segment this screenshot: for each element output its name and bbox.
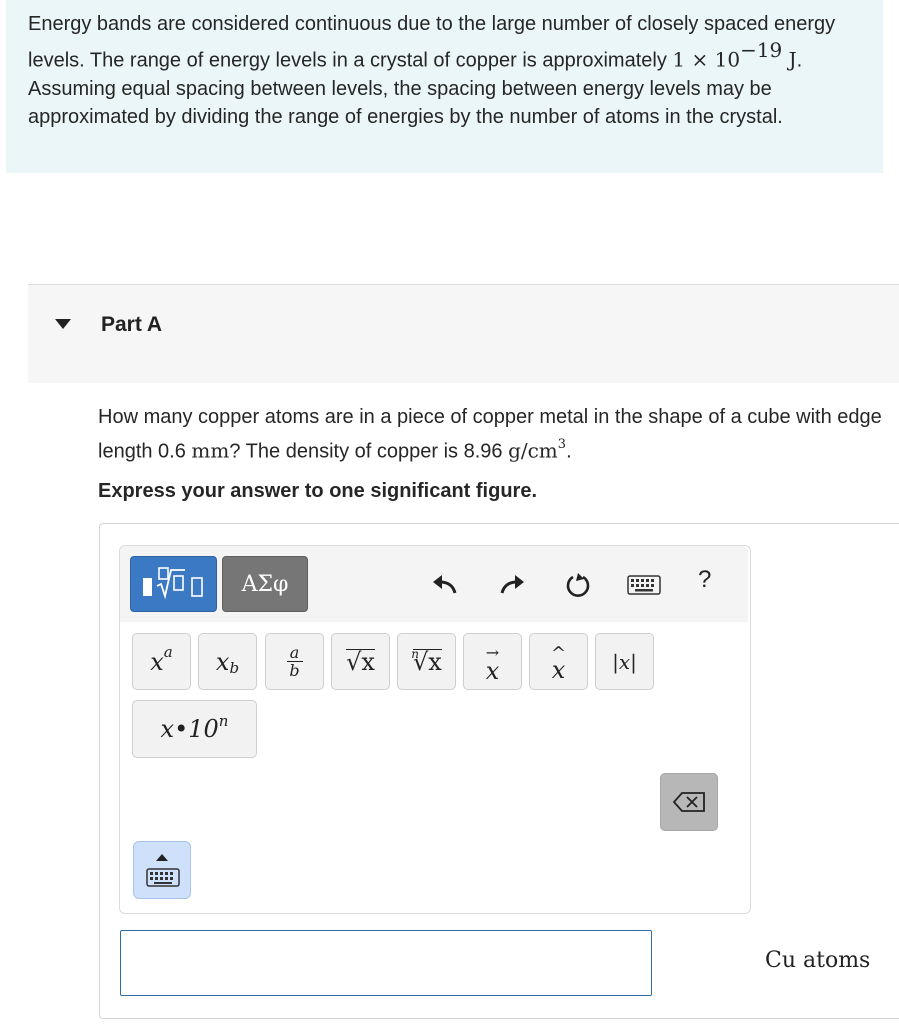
subscript-base: x: [215, 647, 230, 676]
answer-units: Cu atoms: [765, 948, 871, 973]
problem-intro: Energy bands are considered continuous d…: [6, 0, 883, 173]
help-icon[interactable]: ?: [698, 566, 711, 594]
math-templates-tab[interactable]: [130, 556, 217, 612]
subscript-button[interactable]: xb: [198, 633, 257, 690]
vector-label: x: [485, 656, 500, 685]
superscript-button[interactable]: xa: [132, 633, 191, 690]
subscript-sub: b: [229, 658, 240, 677]
absolute-value-label: |x|: [612, 649, 637, 674]
intro-math-exp: −19: [740, 38, 783, 62]
keyboard-toggle-button[interactable]: [133, 841, 191, 899]
question-text: How many copper atoms are in a piece of …: [98, 402, 898, 467]
collapse-triangle-icon[interactable]: [55, 319, 71, 329]
reset-icon[interactable]: [560, 567, 596, 603]
hat-label: x: [551, 655, 566, 684]
fraction-denominator: b: [289, 661, 300, 681]
part-title: Part A: [101, 313, 163, 336]
scientific-notation-button[interactable]: x•10 n: [132, 700, 257, 758]
square-root-button[interactable]: √x: [331, 633, 390, 690]
unit-vector-button[interactable]: ^ x: [529, 633, 588, 690]
question-length-unit: mm: [191, 438, 230, 463]
question-text-3: .: [566, 440, 572, 463]
keyboard-icon: [146, 854, 180, 887]
instruction: Express your answer to one significant f…: [98, 480, 537, 502]
intro-math-coeff: 1 × 10: [672, 47, 741, 72]
vector-button[interactable]: → x: [463, 633, 522, 690]
fraction-numerator: a: [289, 642, 300, 662]
backspace-button[interactable]: [660, 773, 718, 831]
absolute-value-button[interactable]: |x|: [595, 633, 654, 690]
fraction-button[interactable]: a b: [265, 633, 324, 690]
square-root-label: √x: [346, 648, 375, 676]
nth-root-button[interactable]: n √x: [397, 633, 456, 690]
redo-icon[interactable]: [494, 567, 530, 603]
backspace-icon: [672, 792, 705, 812]
intro-math-unit: J: [782, 47, 797, 72]
greek-symbols-tab[interactable]: ΑΣφ: [222, 556, 308, 612]
question-text-2: ? The density of copper is 8.96: [229, 440, 509, 463]
answer-input[interactable]: [120, 930, 652, 996]
keyboard-shortcuts-icon[interactable]: [626, 567, 662, 603]
scientific-notation-exp: n: [218, 712, 229, 730]
math-templates-icon: [142, 567, 203, 600]
question-density-unit: g/cm: [508, 438, 558, 463]
superscript-exp: a: [163, 642, 173, 661]
nth-root-index: n: [411, 646, 419, 661]
question-density-exp: 3: [557, 437, 567, 452]
undo-icon[interactable]: [427, 567, 463, 603]
superscript-base: x: [150, 647, 164, 676]
scientific-notation-label: x•10: [160, 715, 219, 743]
